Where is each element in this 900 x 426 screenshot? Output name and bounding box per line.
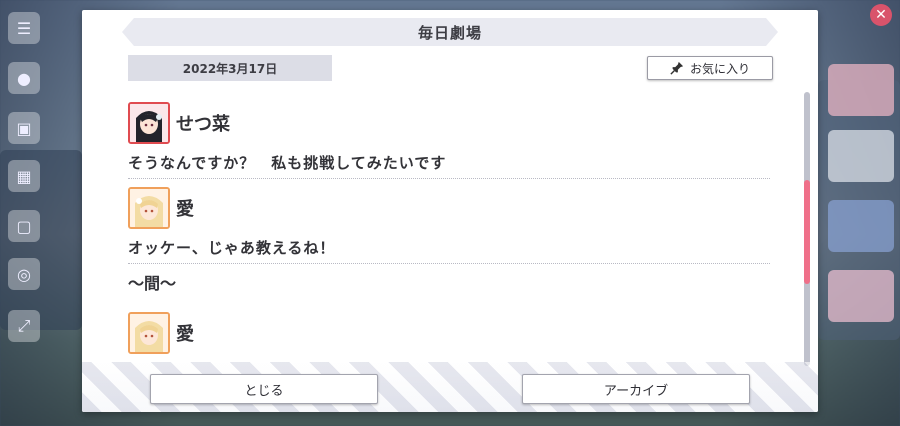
avatar <box>128 187 170 229</box>
speaker-name: 愛 <box>176 324 194 345</box>
dialog-footer: とじる アーカイブ <box>82 362 818 412</box>
date-label: 2022年3月17日 <box>128 55 332 81</box>
expand-icon[interactable]: ⤢ <box>8 310 40 342</box>
archive-button[interactable]: アーカイブ <box>522 374 750 404</box>
camera-icon[interactable]: ◎ <box>8 258 40 290</box>
bg-tile-1 <box>828 64 894 116</box>
avatar <box>128 102 170 144</box>
dialogue-line: そうなんですか？ 私も挑戦してみたいです <box>128 148 770 179</box>
bg-tile-3 <box>828 200 894 252</box>
title-bar: 毎日劇場 <box>122 18 778 46</box>
favorite-button[interactable]: お気に入り <box>647 56 773 80</box>
scrollbar[interactable] <box>804 92 810 366</box>
daily-theater-dialog: 毎日劇場 2022年3月17日 お気に入り せつ菜 そうなんですか？ 私も挑戦し… <box>82 10 818 412</box>
list-item: せつ菜 そうなんですか？ 私も挑戦してみたいです <box>128 100 770 179</box>
dialogue-list[interactable]: せつ菜 そうなんですか？ 私も挑戦してみたいです 愛 オッケー、じゃあ教えるね！… <box>128 94 770 366</box>
avatar <box>128 312 170 354</box>
dialogue-line: オッケー、じゃあ教えるね！ <box>128 233 770 264</box>
chat-icon[interactable]: ● <box>8 62 40 94</box>
menu-icon[interactable]: ☰ <box>8 12 40 44</box>
gift-icon[interactable]: ▦ <box>8 160 40 192</box>
scrollbar-thumb[interactable] <box>804 180 810 284</box>
favorite-label: お気に入り <box>689 61 750 76</box>
narration-line: 〜間〜 <box>128 274 177 293</box>
close-button[interactable]: とじる <box>150 374 378 404</box>
tv-icon[interactable]: ▢ <box>8 210 40 242</box>
speaker-name: せつ菜 <box>176 114 230 135</box>
close-icon[interactable]: ✕ <box>870 4 892 26</box>
list-item: 〜間〜 <box>128 264 770 304</box>
dialog-title: 毎日劇場 <box>417 23 482 42</box>
bg-tile-2 <box>828 130 894 182</box>
mission-icon[interactable]: ▣ <box>8 112 40 144</box>
pin-icon <box>670 61 684 75</box>
speaker-row: 愛 <box>128 185 770 231</box>
bg-tile-4 <box>828 270 894 322</box>
speaker-row: せつ菜 <box>128 100 770 146</box>
list-item: 愛 オッケー、じゃあ教えるね！ <box>128 185 770 264</box>
list-item: 愛 <box>128 310 770 356</box>
speaker-name: 愛 <box>176 199 194 220</box>
speaker-row: 愛 <box>128 310 770 356</box>
